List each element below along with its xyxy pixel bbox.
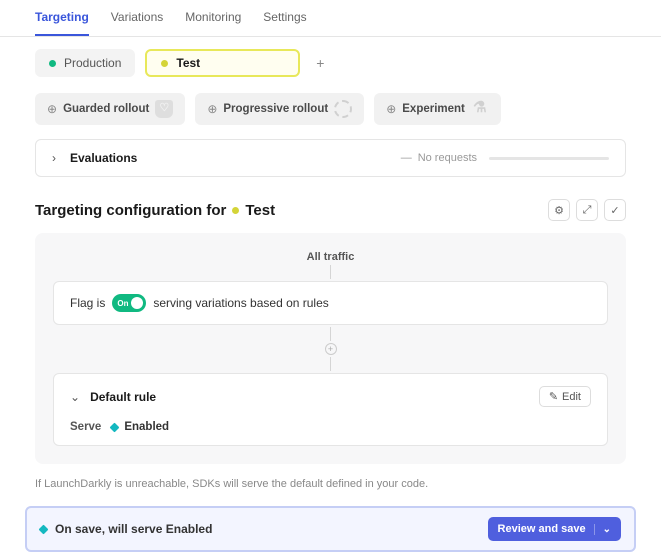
save-message: On save, will serve Enabled bbox=[40, 522, 480, 536]
diamond-icon bbox=[39, 524, 49, 534]
serve-value: Enabled bbox=[111, 421, 169, 433]
config-toolbar: ⚙ ⤢ ✓ bbox=[548, 199, 626, 221]
evaluations-status: — No requests bbox=[401, 152, 609, 164]
progress-circle-icon bbox=[334, 100, 352, 118]
add-rule-button[interactable]: + bbox=[325, 343, 337, 355]
collapse-icon: ⤢ bbox=[583, 204, 592, 217]
edit-label: Edit bbox=[562, 391, 581, 403]
settings-icon-button[interactable]: ⚙ bbox=[548, 199, 570, 221]
rollout-label: Guarded rollout bbox=[63, 103, 149, 115]
tab-monitoring[interactable]: Monitoring bbox=[185, 10, 241, 36]
progressive-rollout-button[interactable]: ⊕ Progressive rollout bbox=[195, 93, 364, 125]
rollout-options: ⊕ Guarded rollout ⊕ Progressive rollout … bbox=[0, 89, 661, 139]
tab-bar: Targeting Variations Monitoring Settings bbox=[0, 0, 661, 37]
evaluations-bar-icon bbox=[489, 157, 609, 160]
tab-settings[interactable]: Settings bbox=[263, 10, 306, 36]
rule-header: ⌄ Default rule ✎ Edit bbox=[70, 386, 591, 407]
chevron-down-icon: ⌄ bbox=[594, 524, 611, 535]
plus-icon: ⊕ bbox=[386, 102, 396, 116]
collapse-icon-button[interactable]: ⤢ bbox=[576, 199, 598, 221]
flag-prefix: Flag is bbox=[70, 296, 105, 310]
tab-targeting[interactable]: Targeting bbox=[35, 10, 89, 36]
guarded-rollout-button[interactable]: ⊕ Guarded rollout bbox=[35, 93, 185, 125]
environment-selector: Production Test + bbox=[0, 37, 661, 89]
pencil-icon: ✎ bbox=[549, 390, 558, 403]
shield-icon bbox=[155, 100, 173, 118]
save-bar: On save, will serve Enabled Review and s… bbox=[25, 506, 636, 552]
connector-line-icon bbox=[330, 265, 331, 279]
env-dot-icon bbox=[49, 60, 56, 67]
plus-icon: + bbox=[316, 55, 324, 71]
all-traffic-label: All traffic bbox=[53, 251, 608, 263]
evaluations-card[interactable]: › Evaluations — No requests bbox=[35, 139, 626, 177]
rollout-label: Experiment bbox=[402, 103, 465, 115]
fallback-note: If LaunchDarkly is unreachable, SDKs wil… bbox=[35, 478, 626, 490]
connector-line-icon bbox=[330, 357, 331, 371]
approve-icon-button[interactable]: ✓ bbox=[604, 199, 626, 221]
title-env: Test bbox=[245, 202, 275, 219]
tab-variations[interactable]: Variations bbox=[111, 10, 163, 36]
plus-icon: ⊕ bbox=[207, 102, 217, 116]
page-title: Targeting configuration for Test bbox=[35, 202, 275, 219]
env-dot-icon bbox=[232, 207, 239, 214]
edit-button[interactable]: ✎ Edit bbox=[539, 386, 591, 407]
flag-suffix: serving variations based on rules bbox=[153, 296, 328, 310]
serve-row: Serve Enabled bbox=[70, 421, 591, 433]
env-dot-icon bbox=[161, 60, 168, 67]
save-message-text: On save, will serve Enabled bbox=[55, 522, 212, 536]
plus-icon: ⊕ bbox=[47, 102, 57, 116]
toggle-label: On bbox=[117, 299, 128, 308]
env-test[interactable]: Test bbox=[145, 49, 300, 77]
evaluations-title: Evaluations bbox=[70, 151, 387, 165]
review-and-save-button[interactable]: Review and save ⌄ bbox=[488, 517, 621, 541]
flag-status-row: Flag is On serving variations based on r… bbox=[70, 294, 591, 312]
check-icon: ✓ bbox=[610, 204, 619, 217]
env-label: Production bbox=[64, 56, 121, 70]
chevron-down-icon[interactable]: ⌄ bbox=[70, 390, 80, 404]
env-label: Test bbox=[176, 56, 200, 70]
button-label: Review and save bbox=[498, 523, 586, 535]
rollout-label: Progressive rollout bbox=[223, 103, 328, 115]
experiment-button[interactable]: ⊕ Experiment ⚗ bbox=[374, 93, 501, 125]
config-header: Targeting configuration for Test ⚙ ⤢ ✓ bbox=[0, 177, 661, 233]
gear-icon: ⚙ bbox=[554, 204, 564, 217]
evaluations-status-text: No requests bbox=[418, 152, 477, 164]
diamond-icon bbox=[110, 422, 120, 432]
rule-title: Default rule bbox=[90, 390, 529, 404]
minus-icon: — bbox=[401, 152, 412, 164]
config-body: All traffic Flag is On serving variation… bbox=[35, 233, 626, 464]
chevron-right-icon: › bbox=[52, 151, 56, 165]
toggle-knob-icon bbox=[131, 297, 143, 309]
flag-status-card: Flag is On serving variations based on r… bbox=[53, 281, 608, 325]
flag-toggle[interactable]: On bbox=[112, 294, 146, 312]
connector-line-icon bbox=[330, 327, 331, 341]
env-production[interactable]: Production bbox=[35, 49, 135, 77]
default-rule-card: ⌄ Default rule ✎ Edit Serve Enabled bbox=[53, 373, 608, 446]
flask-icon: ⚗ bbox=[471, 100, 489, 118]
serve-value-text: Enabled bbox=[124, 421, 169, 433]
title-prefix: Targeting configuration for bbox=[35, 202, 226, 219]
serve-label: Serve bbox=[70, 421, 101, 433]
add-environment-button[interactable]: + bbox=[310, 53, 330, 73]
